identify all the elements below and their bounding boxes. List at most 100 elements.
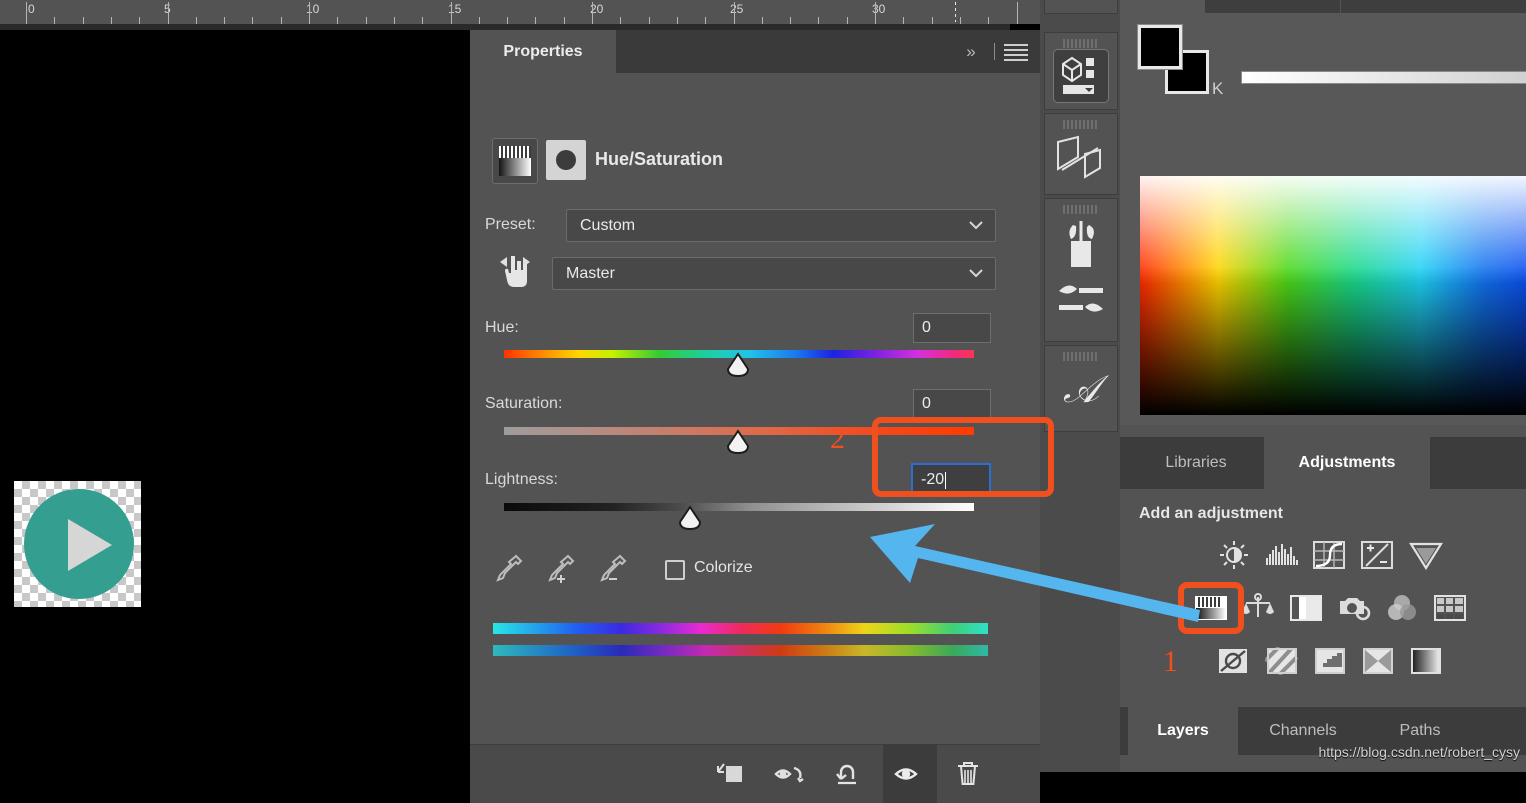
properties-header: Hue/Saturation [470, 73, 1040, 232]
sidebar-item-3d-material[interactable] [1044, 32, 1118, 110]
tab-properties[interactable]: Properties [470, 30, 616, 73]
lightness-label: Lightness: [485, 471, 558, 488]
clip-to-layer-icon[interactable] [703, 745, 757, 803]
exposure-icon[interactable] [1360, 540, 1396, 570]
tab-channels-label: Channels [1269, 722, 1337, 739]
ruler-guide-marker [955, 2, 956, 22]
color-balance-icon[interactable] [1240, 593, 1276, 623]
annotation-callout-1: 1 [1163, 645, 1178, 678]
posterize-icon[interactable] [1263, 645, 1301, 677]
brightness-contrast-icon[interactable] [1216, 540, 1252, 570]
brushes-jar-icon [1057, 217, 1105, 278]
divider [994, 43, 995, 60]
reset-icon[interactable] [822, 745, 876, 803]
ruler-label: 25 [730, 2, 744, 16]
tab-layers[interactable]: Layers [1128, 707, 1238, 755]
hue-value-input[interactable]: 0 [913, 313, 991, 343]
tab-libraries[interactable]: Libraries [1128, 437, 1264, 489]
ruler-label: 30 [872, 2, 886, 16]
adjustments-tab-bar: Libraries Adjustments [1120, 437, 1526, 489]
color-spectrum-picker[interactable] [1140, 176, 1526, 415]
adjustment-layer-thumbnail[interactable] [492, 138, 538, 184]
image-thumbnail-transparent[interactable] [14, 481, 141, 607]
colorize-label: Colorize [694, 559, 753, 576]
tool-strip: 𝒜 [1040, 0, 1120, 772]
chevron-down-icon [968, 217, 984, 235]
properties-panel: Properties » Hue/Saturation Preset: Cust… [470, 30, 1040, 803]
glyphs-typography-icon: 𝒜 [1063, 369, 1099, 411]
hue-label: Hue: [485, 319, 519, 336]
hue-bar-original [493, 623, 988, 634]
threshold-icon[interactable] [1313, 647, 1349, 677]
hue-slider-thumb[interactable] [725, 352, 750, 378]
tab-layers-label: Layers [1157, 722, 1209, 739]
sidebar-item-glyphs[interactable]: 𝒜 [1044, 345, 1118, 432]
saturation-label: Saturation: [485, 395, 563, 412]
drag-grip[interactable] [1063, 39, 1099, 48]
tab-libraries-label: Libraries [1165, 454, 1227, 471]
color-swatches[interactable] [1132, 24, 1222, 94]
drag-grip[interactable] [1063, 205, 1099, 214]
tab-properties-label: Properties [503, 42, 583, 60]
ruler-label: 0 [28, 2, 35, 16]
lightness-slider-thumb[interactable] [677, 505, 702, 531]
annotation-highlight-hue-saturation [1178, 582, 1244, 634]
tab-adjustments-label: Adjustments [1298, 454, 1396, 471]
panel-tab-stub[interactable] [1205, 0, 1526, 13]
eyedropper-subtract-icon[interactable] [596, 551, 630, 585]
drag-grip[interactable] [1063, 120, 1099, 129]
gradient-map-icon[interactable] [1361, 647, 1397, 677]
on-image-adjust-hand-icon[interactable] [496, 251, 538, 294]
photoshop-window: 0 5 10 15 20 25 30 Properties » [0, 0, 1526, 803]
expand-chevrons-icon[interactable]: » [955, 30, 985, 73]
invert-icon[interactable] [1216, 647, 1252, 677]
hue-value: 0 [922, 319, 931, 336]
eyedropper-icon[interactable] [492, 551, 526, 585]
curves-icon[interactable] [1312, 540, 1348, 570]
delete-trash-icon[interactable] [941, 745, 995, 803]
sidebar-item-transform-planes[interactable] [1044, 113, 1118, 195]
panel-menu-icon[interactable] [1004, 30, 1030, 74]
black-and-white-icon[interactable] [1288, 593, 1324, 623]
annotation-callout-2: 2 [830, 422, 845, 455]
sidebar-item-brushes[interactable] [1044, 198, 1118, 342]
canvas-area[interactable] [0, 30, 470, 772]
photo-filter-icon[interactable] [1336, 593, 1372, 623]
properties-tab-bar: Properties » [470, 30, 1040, 73]
channel-select[interactable]: Master [552, 257, 996, 290]
channel-value: Master [566, 264, 615, 282]
hue-bar-result[interactable] [493, 645, 988, 656]
lightness-slider-track[interactable] [504, 503, 974, 511]
colorize-checkbox[interactable] [665, 560, 685, 580]
sidebar-item-shape-tool[interactable] [1044, 0, 1118, 14]
annotation-highlight-lightness [872, 417, 1054, 497]
chevron-down-icon [968, 265, 984, 283]
ruler-label: 10 [306, 2, 320, 16]
transform-planes-icon [1052, 132, 1110, 193]
levels-icon[interactable] [1264, 540, 1300, 570]
toggle-preview-eye-icon[interactable] [764, 745, 818, 803]
visibility-eye-icon[interactable] [883, 745, 937, 803]
foreground-color-swatch[interactable] [1137, 24, 1183, 70]
saturation-value-input[interactable]: 0 [913, 389, 991, 419]
preset-label: Preset: [485, 216, 536, 233]
3d-material-drop-icon[interactable] [1053, 49, 1109, 103]
vibrance-icon[interactable] [1408, 540, 1444, 571]
color-lookup-icon[interactable] [1432, 593, 1468, 623]
color-channel-label: K [1212, 79, 1224, 98]
eyedropper-add-icon[interactable] [544, 551, 578, 585]
drag-grip[interactable] [1063, 352, 1099, 361]
saturation-slider-thumb[interactable] [725, 429, 750, 455]
add-adjustment-title: Add an adjustment [1139, 505, 1284, 522]
preset-value: Custom [580, 216, 636, 234]
tab-paths-label: Paths [1399, 722, 1441, 739]
tab-adjustments[interactable]: Adjustments [1264, 437, 1430, 489]
preset-select[interactable]: Custom [566, 209, 996, 242]
panel-controls: » [955, 30, 1030, 73]
layer-mask-thumbnail[interactable] [546, 140, 586, 180]
selective-color-icon[interactable] [1409, 647, 1445, 677]
color-channel-slider[interactable] [1241, 71, 1526, 84]
play-button-icon[interactable] [24, 489, 134, 599]
channel-mixer-icon[interactable] [1384, 593, 1420, 623]
play-triangle-icon [68, 519, 112, 571]
